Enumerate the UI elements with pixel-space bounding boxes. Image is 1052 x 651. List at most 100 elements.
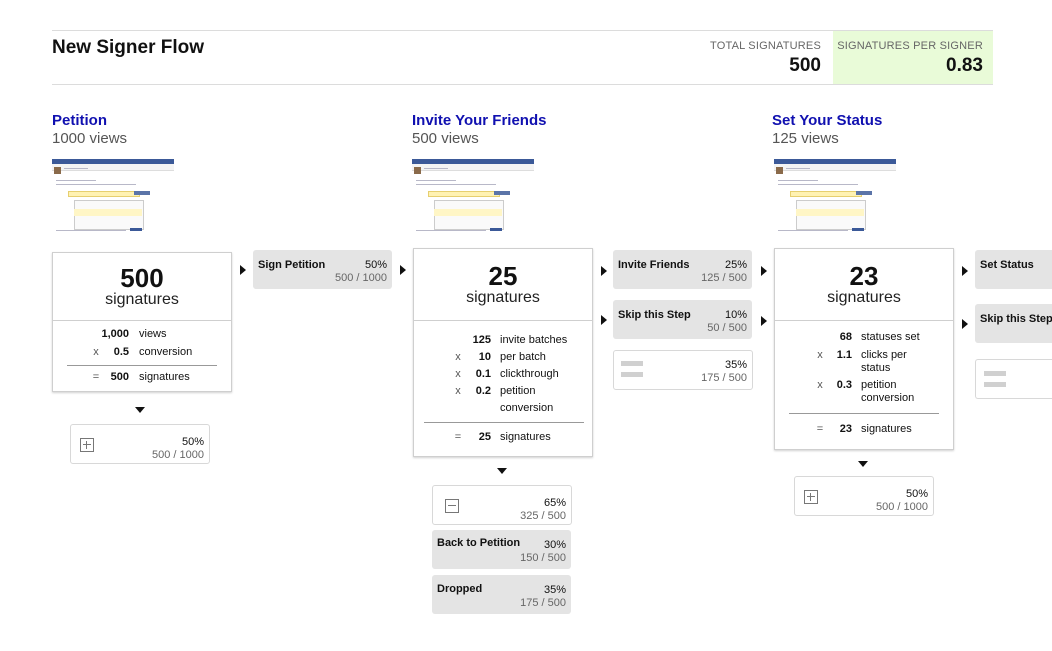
card-divider <box>414 320 592 321</box>
card-unit: signatures <box>827 289 901 306</box>
calc-op: = <box>454 431 462 443</box>
transition-pct: 25% <box>724 259 747 271</box>
transition-label: Invite Friends <box>618 259 690 271</box>
total-signatures-label: TOTAL SIGNATURES <box>710 40 821 52</box>
other-bar-icon <box>621 372 643 377</box>
expand-arrow-down-icon[interactable] <box>135 407 145 413</box>
calc-op: x <box>455 351 461 363</box>
step-title-petition[interactable]: Petition <box>52 112 107 129</box>
transition-sign-petition[interactable]: Sign Petition 50% 500 / 1000 <box>253 250 392 289</box>
transition-frac: 50 / 500 <box>707 322 747 334</box>
calc-value: 68 <box>839 331 852 343</box>
outcome-dropped[interactable]: Dropped 35% 175 / 500 <box>432 575 571 614</box>
calc-value: 0.1 <box>475 368 491 380</box>
step-thumbnail-set-status[interactable] <box>774 159 896 233</box>
outcome-pct: 30% <box>543 539 566 551</box>
total-signatures-value: 500 <box>789 55 821 76</box>
transition-frac: 500 / 1000 <box>335 272 387 284</box>
page-title: New Signer Flow <box>52 37 205 58</box>
outcome-pct: 65% <box>543 497 566 509</box>
transition-label: Skip this Step <box>980 313 1052 325</box>
expand-arrow-down-icon[interactable] <box>497 468 507 474</box>
outcome-box-expanded[interactable]: 65% 325 / 500 <box>432 485 572 525</box>
calc-value: 0.3 <box>836 379 852 391</box>
outcome-pct: 35% <box>543 584 566 596</box>
transition-label: Set Status <box>980 259 1034 271</box>
calc-label: statuses set <box>861 331 920 343</box>
transition-skip-step-status[interactable]: Skip this Step <box>975 304 1052 343</box>
calc-value: 0.5 <box>113 346 129 358</box>
calc-sum-rule <box>789 413 939 414</box>
transition-pct: 10% <box>724 309 747 321</box>
transition-other[interactable]: 35% 175 / 500 <box>613 350 753 390</box>
calc-label: views <box>139 328 167 340</box>
outcome-box-collapsed[interactable]: 50% 500 / 1000 <box>70 424 210 464</box>
calc-value: 0.2 <box>475 385 491 397</box>
step-title-invite-friends[interactable]: Invite Your Friends <box>412 112 546 129</box>
outcome-pct: 50% <box>905 488 928 500</box>
arrow-right-icon <box>400 265 406 275</box>
expand-plus-icon[interactable] <box>80 438 94 452</box>
signatures-per-signer-label: SIGNATURES PER SIGNER <box>837 40 983 52</box>
calc-card-invite-friends: 25 signatures 125 invite batches x 10 pe… <box>413 248 593 457</box>
step-title-set-status[interactable]: Set Your Status <box>772 112 882 129</box>
calc-label: signatures <box>500 431 551 443</box>
arrow-right-icon <box>601 266 607 276</box>
outcome-label: Back to Petition <box>437 537 521 549</box>
calc-op: x <box>455 385 461 397</box>
transition-pct: 35% <box>724 359 747 371</box>
transition-set-status[interactable]: Set Status <box>975 250 1052 289</box>
expand-arrow-down-icon[interactable] <box>858 461 868 467</box>
card-divider <box>775 320 953 321</box>
calc-op: x <box>817 379 823 391</box>
calc-card-petition: 500 signatures 1,000 views x 0.5 convers… <box>52 252 232 392</box>
transition-label: Sign Petition <box>258 259 326 271</box>
step-thumbnail-invite-friends[interactable] <box>412 159 534 233</box>
card-number: 25 <box>488 261 518 291</box>
calc-value: 1.1 <box>836 349 852 361</box>
calc-sum-rule <box>424 422 584 423</box>
card-number: 23 <box>849 261 879 291</box>
calc-label: signatures <box>139 371 190 383</box>
outcome-frac: 150 / 500 <box>520 552 566 564</box>
outcome-frac: 500 / 1000 <box>876 501 928 513</box>
step-views-petition: 1000 views <box>52 130 128 147</box>
step-thumbnail-petition[interactable] <box>52 159 174 233</box>
transition-other-status[interactable] <box>975 359 1052 399</box>
calc-label: invite batches <box>500 334 568 346</box>
calc-label: clicks per <box>861 349 907 361</box>
transition-frac: 175 / 500 <box>701 372 747 384</box>
other-bar-icon <box>984 382 1006 387</box>
calc-op: = <box>816 423 824 435</box>
calc-label: conversion <box>139 346 193 358</box>
calc-op: x <box>455 368 461 380</box>
transition-invite-friends[interactable]: Invite Friends 25% 125 / 500 <box>613 250 752 289</box>
calc-value: 23 <box>839 423 852 435</box>
outcome-label: Dropped <box>437 583 483 595</box>
arrow-right-icon <box>761 266 767 276</box>
transition-skip-step[interactable]: Skip this Step 10% 50 / 500 <box>613 300 752 339</box>
calc-label: petition <box>500 385 536 397</box>
calc-value: 10 <box>478 351 491 363</box>
arrow-right-icon <box>761 316 767 326</box>
collapse-minus-icon[interactable] <box>445 499 459 513</box>
calc-label: signatures <box>861 423 912 435</box>
expand-plus-icon[interactable] <box>804 490 818 504</box>
transition-label: Skip this Step <box>618 309 691 321</box>
outcome-pct: 50% <box>181 436 204 448</box>
signatures-per-signer-value: 0.83 <box>946 55 983 76</box>
calc-label-cont: conversion <box>861 392 915 404</box>
card-unit: signatures <box>105 291 179 308</box>
calc-label: petition <box>861 379 897 391</box>
step-views-invite-friends: 500 views <box>412 130 479 147</box>
outcome-box-collapsed[interactable]: 50% 500 / 1000 <box>794 476 934 516</box>
calc-op: x <box>817 349 823 361</box>
transition-frac: 125 / 500 <box>701 272 747 284</box>
step-views-set-status: 125 views <box>772 130 839 147</box>
outcome-back-to-petition[interactable]: Back to Petition 30% 150 / 500 <box>432 530 571 569</box>
calc-label: per batch <box>500 351 546 363</box>
outcome-frac: 500 / 1000 <box>152 449 204 461</box>
calc-value: 1,000 <box>101 328 129 340</box>
outcome-frac: 325 / 500 <box>520 510 566 522</box>
calc-card-set-status: 23 signatures 68 statuses set x 1.1 clic… <box>774 248 954 450</box>
